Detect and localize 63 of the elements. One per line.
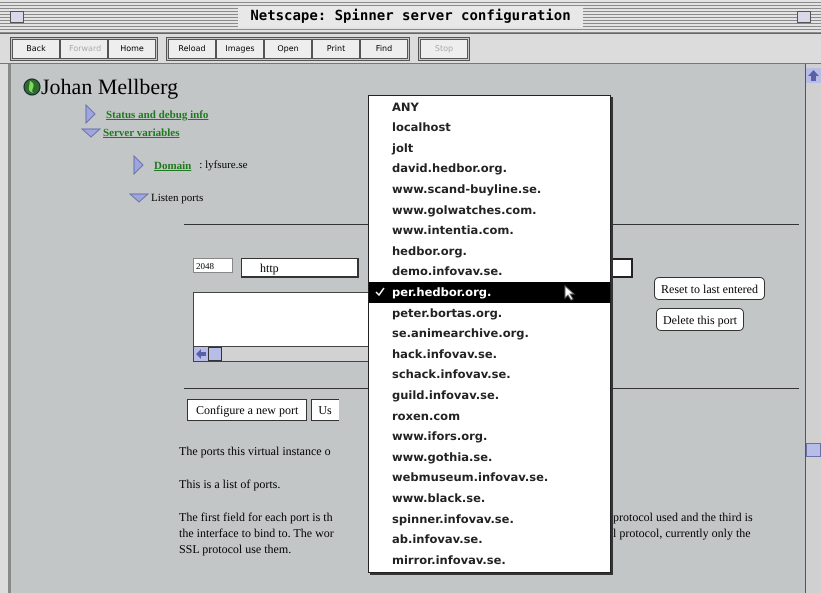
body-text: The first field for each port is th	[179, 509, 334, 525]
check-icon	[375, 287, 385, 298]
body-text: SSL protocol use them.	[179, 541, 292, 557]
protocol-select[interactable]: http	[241, 258, 359, 278]
toolbar-button[interactable]: Back	[12, 38, 60, 58]
menu-item[interactable]: webmuseum.infovav.se.	[369, 468, 610, 488]
configure-port-button[interactable]: Configure a new port	[187, 399, 308, 421]
scroll-thumb[interactable]	[208, 347, 222, 361]
menu-item[interactable]: hedbor.org.	[369, 241, 610, 262]
menu-item[interactable]: www.black.se.	[369, 488, 610, 509]
toolbar-button[interactable]: Find	[360, 38, 408, 58]
triangle-right-icon[interactable]	[133, 155, 144, 175]
scroll-thumb[interactable]	[806, 443, 821, 457]
triangle-down-icon[interactable]	[81, 128, 101, 138]
zoom-box-icon[interactable]	[797, 10, 811, 22]
toolbar-button[interactable]: Print	[312, 38, 360, 58]
menu-item[interactable]: hack.infovav.se.	[369, 344, 610, 365]
menu-item[interactable]: www.intentia.com.	[369, 220, 610, 242]
domain-value: : lyfsure.se	[199, 158, 248, 173]
menu-item[interactable]: ab.infovav.se.	[369, 529, 610, 550]
menu-item[interactable]: schack.infovav.se.	[369, 364, 610, 386]
menu-item[interactable]: jolt	[369, 138, 610, 159]
body-text: This is a list of ports.	[179, 476, 282, 492]
menu-item[interactable]: www.scand-buyline.se.	[369, 179, 610, 200]
toolbar-button[interactable]: Home	[108, 38, 156, 58]
menu-item[interactable]: roxen.com	[369, 406, 610, 426]
page-heading: Johan Mellberg	[41, 74, 178, 100]
menu-item[interactable]: ANY	[369, 97, 610, 118]
menu-item[interactable]: per.hedbor.org.	[369, 282, 610, 303]
menu-item[interactable]: se.animearchive.org.	[369, 324, 610, 344]
menu-item[interactable]: www.golwatches.com.	[369, 200, 610, 221]
toolbar-button[interactable]: Reload	[168, 38, 216, 58]
reset-button[interactable]: Reset to last entered	[654, 277, 765, 300]
triangle-down-icon[interactable]	[129, 192, 149, 202]
menu-item[interactable]: mirror.infovav.se.	[369, 550, 610, 571]
window-title: Netscape: Spinner server configuration	[238, 6, 583, 27]
body-text: protocol used and the third is	[613, 509, 754, 525]
vertical-scrollbar[interactable]	[805, 64, 821, 593]
menu-item[interactable]: peter.bortas.org.	[369, 302, 610, 324]
menu-item[interactable]: guild.infovav.se.	[369, 385, 610, 406]
triangle-right-icon[interactable]	[85, 104, 96, 124]
menu-item[interactable]: www.gothia.se.	[369, 447, 610, 468]
menu-item[interactable]: demo.infovav.se.	[369, 262, 610, 282]
tree-label: Listen ports	[151, 192, 204, 204]
pointer-icon	[564, 285, 576, 302]
menu-item[interactable]: david.hedbor.org.	[369, 158, 610, 180]
body-text: the interface to bind to. The wor	[179, 525, 335, 541]
use-button[interactable]: Us	[311, 399, 340, 421]
port-field[interactable]: 2048	[193, 258, 233, 273]
menu-item[interactable]: www.ifors.org.	[369, 426, 610, 448]
menu-item[interactable]: localhost	[369, 118, 610, 138]
close-box-icon[interactable]	[10, 10, 24, 22]
globe-icon	[23, 78, 41, 96]
horizontal-scrollbar[interactable]	[194, 346, 368, 361]
body-text: The ports this virtual instance o	[179, 443, 332, 459]
up-arrow-icon[interactable]	[806, 68, 821, 83]
interface-select[interactable]	[611, 258, 633, 278]
menu-item[interactable]: spinner.infovav.se.	[369, 508, 610, 530]
delete-port-button[interactable]: Delete this port	[656, 308, 744, 331]
toolbar-button[interactable]: Images	[216, 38, 264, 58]
left-arrow-icon[interactable]	[194, 347, 208, 361]
body-text: l protocol, currently only the	[613, 525, 752, 541]
toolbar-button[interactable]: Open	[264, 38, 312, 58]
